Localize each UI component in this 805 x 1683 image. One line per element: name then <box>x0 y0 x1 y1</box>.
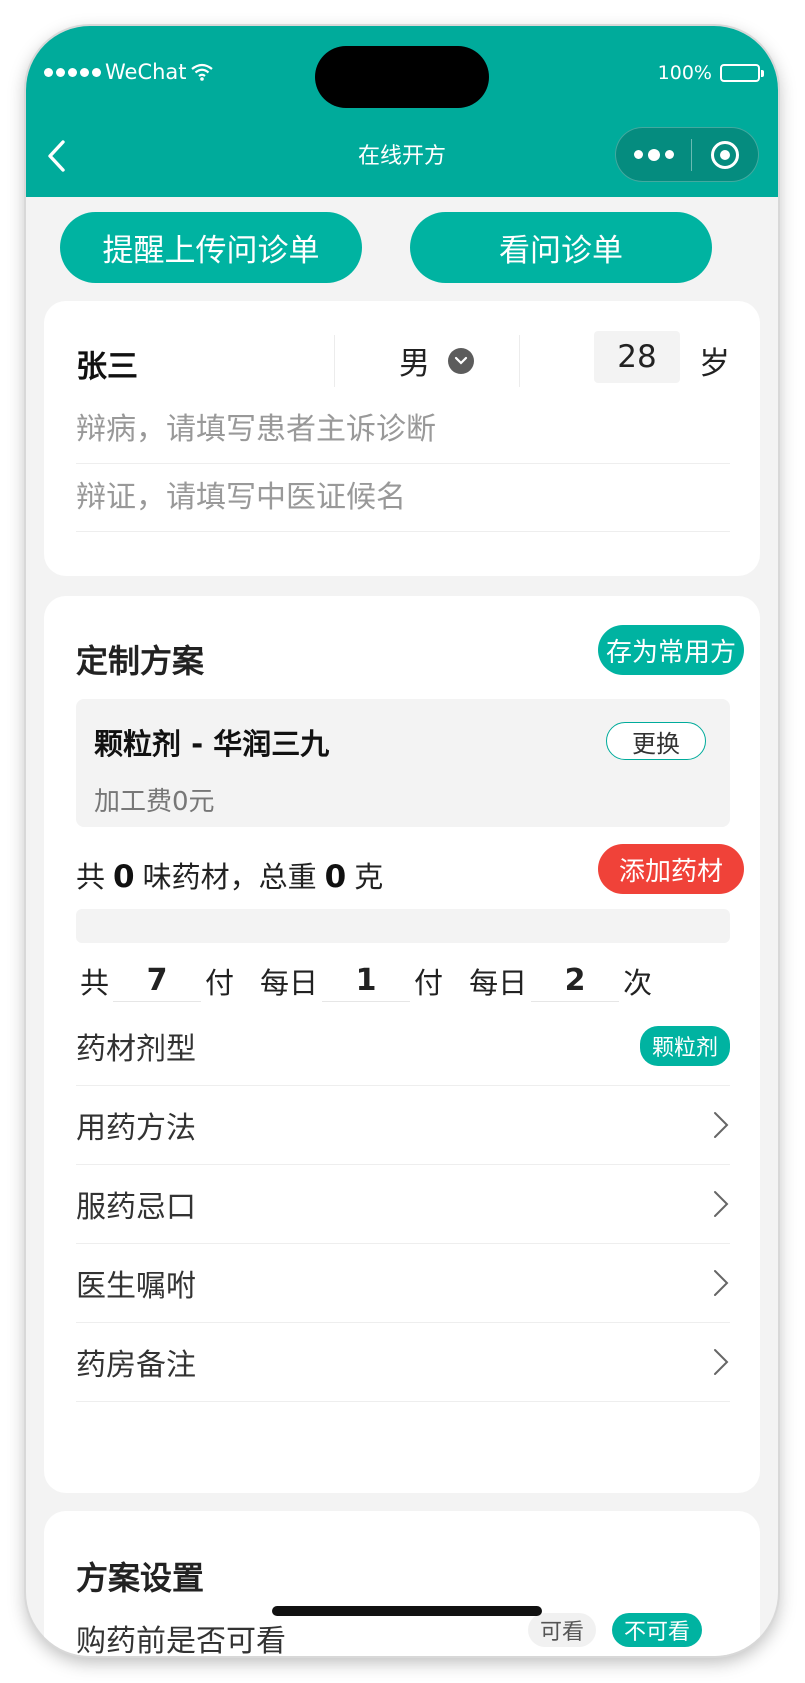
row-dosage-form[interactable]: 药材剂型 颗粒剂 <box>76 1007 730 1086</box>
patient-card: 张三 男 28 岁 辩病，请填写患者主诉诊断 辩证，请填写中医证候名 <box>44 301 760 576</box>
view-consultation-button[interactable]: 看问诊单 <box>410 212 712 283</box>
status-bar-left: WeChat <box>44 60 213 84</box>
daily-packs-input[interactable]: 1 <box>322 960 411 1002</box>
signal-icon <box>44 67 101 77</box>
gender-select[interactable]: 男 <box>399 338 474 383</box>
plan-settings-card: 方案设置 购药前是否可看 可看 不可看 <box>44 1511 760 1656</box>
remind-upload-button[interactable]: 提醒上传问诊单 <box>60 212 362 283</box>
dosage-row: 共 7 付 每日 1 付 每日 2 次 <box>76 958 656 1003</box>
close-mini-program-button[interactable] <box>692 140 758 169</box>
phone-frame: WeChat 100% 在线开方 提醒上传问诊单 看问诊单 张三 男 28 岁 … <box>26 26 778 1656</box>
target-icon <box>711 140 739 169</box>
plan-title: 定制方案 <box>76 642 205 680</box>
herb-count: 0 <box>113 859 135 895</box>
daily-times-input[interactable]: 2 <box>531 960 620 1002</box>
dose-label: 付 <box>205 965 235 1000</box>
mini-program-capsule <box>615 127 759 182</box>
row-usage-method[interactable]: 用药方法 <box>76 1086 730 1165</box>
chevron-down-icon <box>448 347 474 374</box>
disease-input[interactable]: 辩病，请填写患者主诉诊断 <box>76 396 730 464</box>
row-label: 用药方法 <box>76 1111 196 1146</box>
battery-percent: 100% <box>657 62 712 84</box>
row-label: 服药忌口 <box>76 1190 196 1225</box>
row-label: 医生嘱咐 <box>76 1269 196 1304</box>
chevron-right-icon <box>714 1270 729 1296</box>
processing-fee: 加工费0元 <box>94 787 215 817</box>
can-view-option[interactable]: 可看 <box>528 1613 596 1647</box>
divider <box>519 335 520 387</box>
wifi-icon <box>190 63 213 81</box>
divider <box>334 335 335 387</box>
chevron-right-icon <box>714 1349 729 1375</box>
status-bar-right: 100% <box>657 62 764 84</box>
summary-prefix: 共 <box>76 860 106 894</box>
packs-input[interactable]: 7 <box>113 960 202 1002</box>
row-doctor-advice[interactable]: 医生嘱咐 <box>76 1244 730 1323</box>
weight-unit: 克 <box>354 860 384 894</box>
cannot-view-option[interactable]: 不可看 <box>612 1613 702 1647</box>
dosage-form-badge: 颗粒剂 <box>639 1026 730 1066</box>
dose-label: 每日 <box>260 965 319 1000</box>
total-weight: 0 <box>324 859 347 895</box>
dosage-type-box: 颗粒剂 - 华润三九 加工费0元 更换 <box>76 699 730 827</box>
summary-middle: 味药材，总重 <box>142 860 317 894</box>
add-herb-button[interactable]: 添加药材 <box>598 844 744 894</box>
header-bar: WeChat 100% 在线开方 <box>26 26 778 197</box>
herb-list-area <box>76 909 730 943</box>
save-common-button[interactable]: 存为常用方 <box>598 625 744 675</box>
herb-summary: 共 0 味药材，总重 0 克 <box>76 854 383 896</box>
change-button[interactable]: 更换 <box>606 722 706 760</box>
age-unit: 岁 <box>699 346 730 382</box>
settings-title: 方案设置 <box>76 1559 205 1597</box>
chevron-right-icon <box>714 1112 729 1138</box>
dose-label: 付 <box>414 965 444 1000</box>
syndrome-input[interactable]: 辩证，请填写中医证候名 <box>76 464 730 532</box>
dosage-type-name: 颗粒剂 - 华润三九 <box>94 727 330 761</box>
dose-label: 次 <box>623 965 653 1000</box>
dose-label: 共 <box>80 965 110 1000</box>
row-pharmacy-note[interactable]: 药房备注 <box>76 1323 730 1402</box>
carrier-label: WeChat <box>105 60 187 84</box>
row-diet-taboo[interactable]: 服药忌口 <box>76 1165 730 1244</box>
dose-label: 每日 <box>469 965 528 1000</box>
home-indicator <box>272 1606 542 1616</box>
dynamic-island <box>315 46 489 108</box>
gender-value: 男 <box>399 346 430 382</box>
chevron-right-icon <box>714 1191 729 1217</box>
row-label: 药材剂型 <box>76 1032 196 1067</box>
patient-name[interactable]: 张三 <box>76 341 138 386</box>
view-before-purchase-label: 购药前是否可看 <box>76 1624 286 1656</box>
more-icon[interactable] <box>616 148 691 161</box>
custom-plan-card: 定制方案 存为常用方 颗粒剂 - 华润三九 加工费0元 更换 共 0 味药材，总… <box>44 596 760 1493</box>
battery-icon <box>720 64 764 82</box>
row-label: 药房备注 <box>76 1348 196 1383</box>
age-input[interactable]: 28 <box>594 331 680 383</box>
